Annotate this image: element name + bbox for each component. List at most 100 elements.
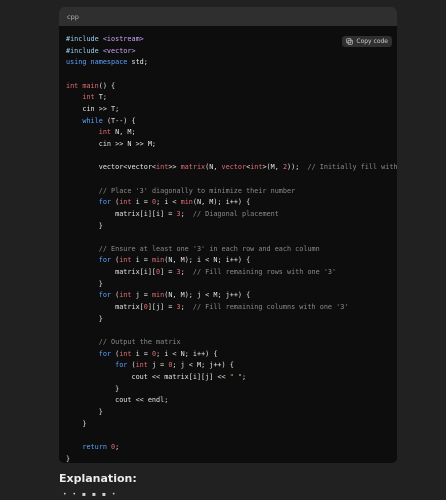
code-token: for [98,256,116,265]
code-line: } [66,221,397,233]
code-line: cin >> N >> M; [66,139,397,151]
code-line: } [66,454,397,463]
code-token: std; [131,58,148,67]
code-content: #include <iostream> #include <vector> usin… [66,34,397,463]
code-token: (T--) { [106,116,136,125]
code-token: >> [168,163,181,172]
code-line: int N, M; [66,127,397,139]
code-token: } [66,384,120,393]
code-token: cin >> N >> M; [66,139,157,148]
code-line: matrix[i][i] = 3; // Diagonal placement [66,209,397,221]
code-token: j = [151,361,169,370]
code-token: ; i < N; i++) { [156,349,218,358]
code-token: int [156,163,169,172]
code-token: min [151,256,165,265]
code-token: // Output the matrix [98,338,181,347]
code-token: ; [115,442,120,451]
code-token: matrix[i][i] = [66,209,177,218]
code-token: i = [135,349,152,358]
code-token: (N, M); i < N; i++) { [164,256,251,265]
code-block: cpp Copy code #include <iostream> #includ… [59,7,397,463]
code-line: cout << endl; [66,395,397,407]
code-token: T; [98,93,107,102]
code-line: } [66,314,397,326]
code-token: while [82,116,107,125]
code-token: cin >> T; [66,104,120,113]
code-token: } [66,221,103,230]
code-line: matrix[0][j] = 3; // Fill remaining colu… [66,302,397,314]
code-token: // Place '3' diagonally to minimize thei… [98,186,296,195]
code-block-header: cpp [59,7,397,26]
code-token: for [98,198,116,207]
code-token: (N, [205,163,222,172]
code-token: vector<vector< [66,163,157,172]
code-line: // Ensure at least one '3' in each row a… [66,244,397,256]
code-token: int [82,93,99,102]
code-token: } [66,419,87,428]
code-token: cout << endl; [66,396,169,405]
code-token: int [98,128,116,137]
code-token: matrix [180,163,206,172]
code-token: () { [98,81,116,90]
code-token: min [151,291,165,300]
code-token: min [180,198,193,207]
code-token: cout << matrix[i][j] << [66,373,230,382]
code-token: // Diagonal placement [192,209,279,218]
code-token: for [98,349,116,358]
code-token: int [119,349,136,358]
code-token: (N, M); j < M; j++) { [164,291,251,300]
code-line: for (int i = 0; i < min(N, M); i++) { [66,197,397,209]
code-line: } [66,407,397,419]
code-token: ][j] = [147,303,177,312]
code-token: vector [221,163,247,172]
code-token: i = [135,256,152,265]
code-line: for (int i = 0; i < N; i++) { [66,349,397,361]
code-token: j = [135,291,152,300]
code-token: } [66,408,103,416]
code-token: main [82,81,99,90]
code-token: int [119,256,136,265]
code-line: using namespace std; [66,57,397,69]
code-line: for (int j = min(N, M); j < M; j++) { [66,290,397,302]
code-line: // Output the matrix [66,337,397,349]
code-token: ; [241,373,247,382]
code-token: } [66,454,71,463]
code-line: return 0; [66,442,397,454]
code-line: matrix[i][0] = 3; // Fill remaining rows… [66,267,397,279]
code-token: #include [66,35,103,43]
truncated-text: • • ▪ ▪ ▪ • [63,491,118,498]
code-line: vector<vector<int>> matrix(N, vector<int… [66,162,397,174]
code-token: ] = [160,268,177,277]
code-line: for (int i = min(N, M); i < N; i++) { [66,255,397,267]
code-line: #include <iostream> [66,34,397,46]
code-token: for [98,291,116,300]
code-line: int main() { [66,81,397,93]
code-token: int [135,361,152,370]
code-token: #include [66,46,103,55]
code-line: cout << matrix[i][j] << " "; [66,372,397,384]
code-line: } [66,384,397,396]
code-token: } [66,314,103,323]
code-token: int [66,81,83,90]
code-token: using namespace [66,58,132,67]
code-token: (N, M); i++) { [192,198,251,207]
code-token: ; [180,268,193,277]
code-token: } [66,279,103,288]
code-token: i = [135,198,152,207]
code-token: ; [180,209,193,218]
code-line: cin >> T; [66,104,397,116]
